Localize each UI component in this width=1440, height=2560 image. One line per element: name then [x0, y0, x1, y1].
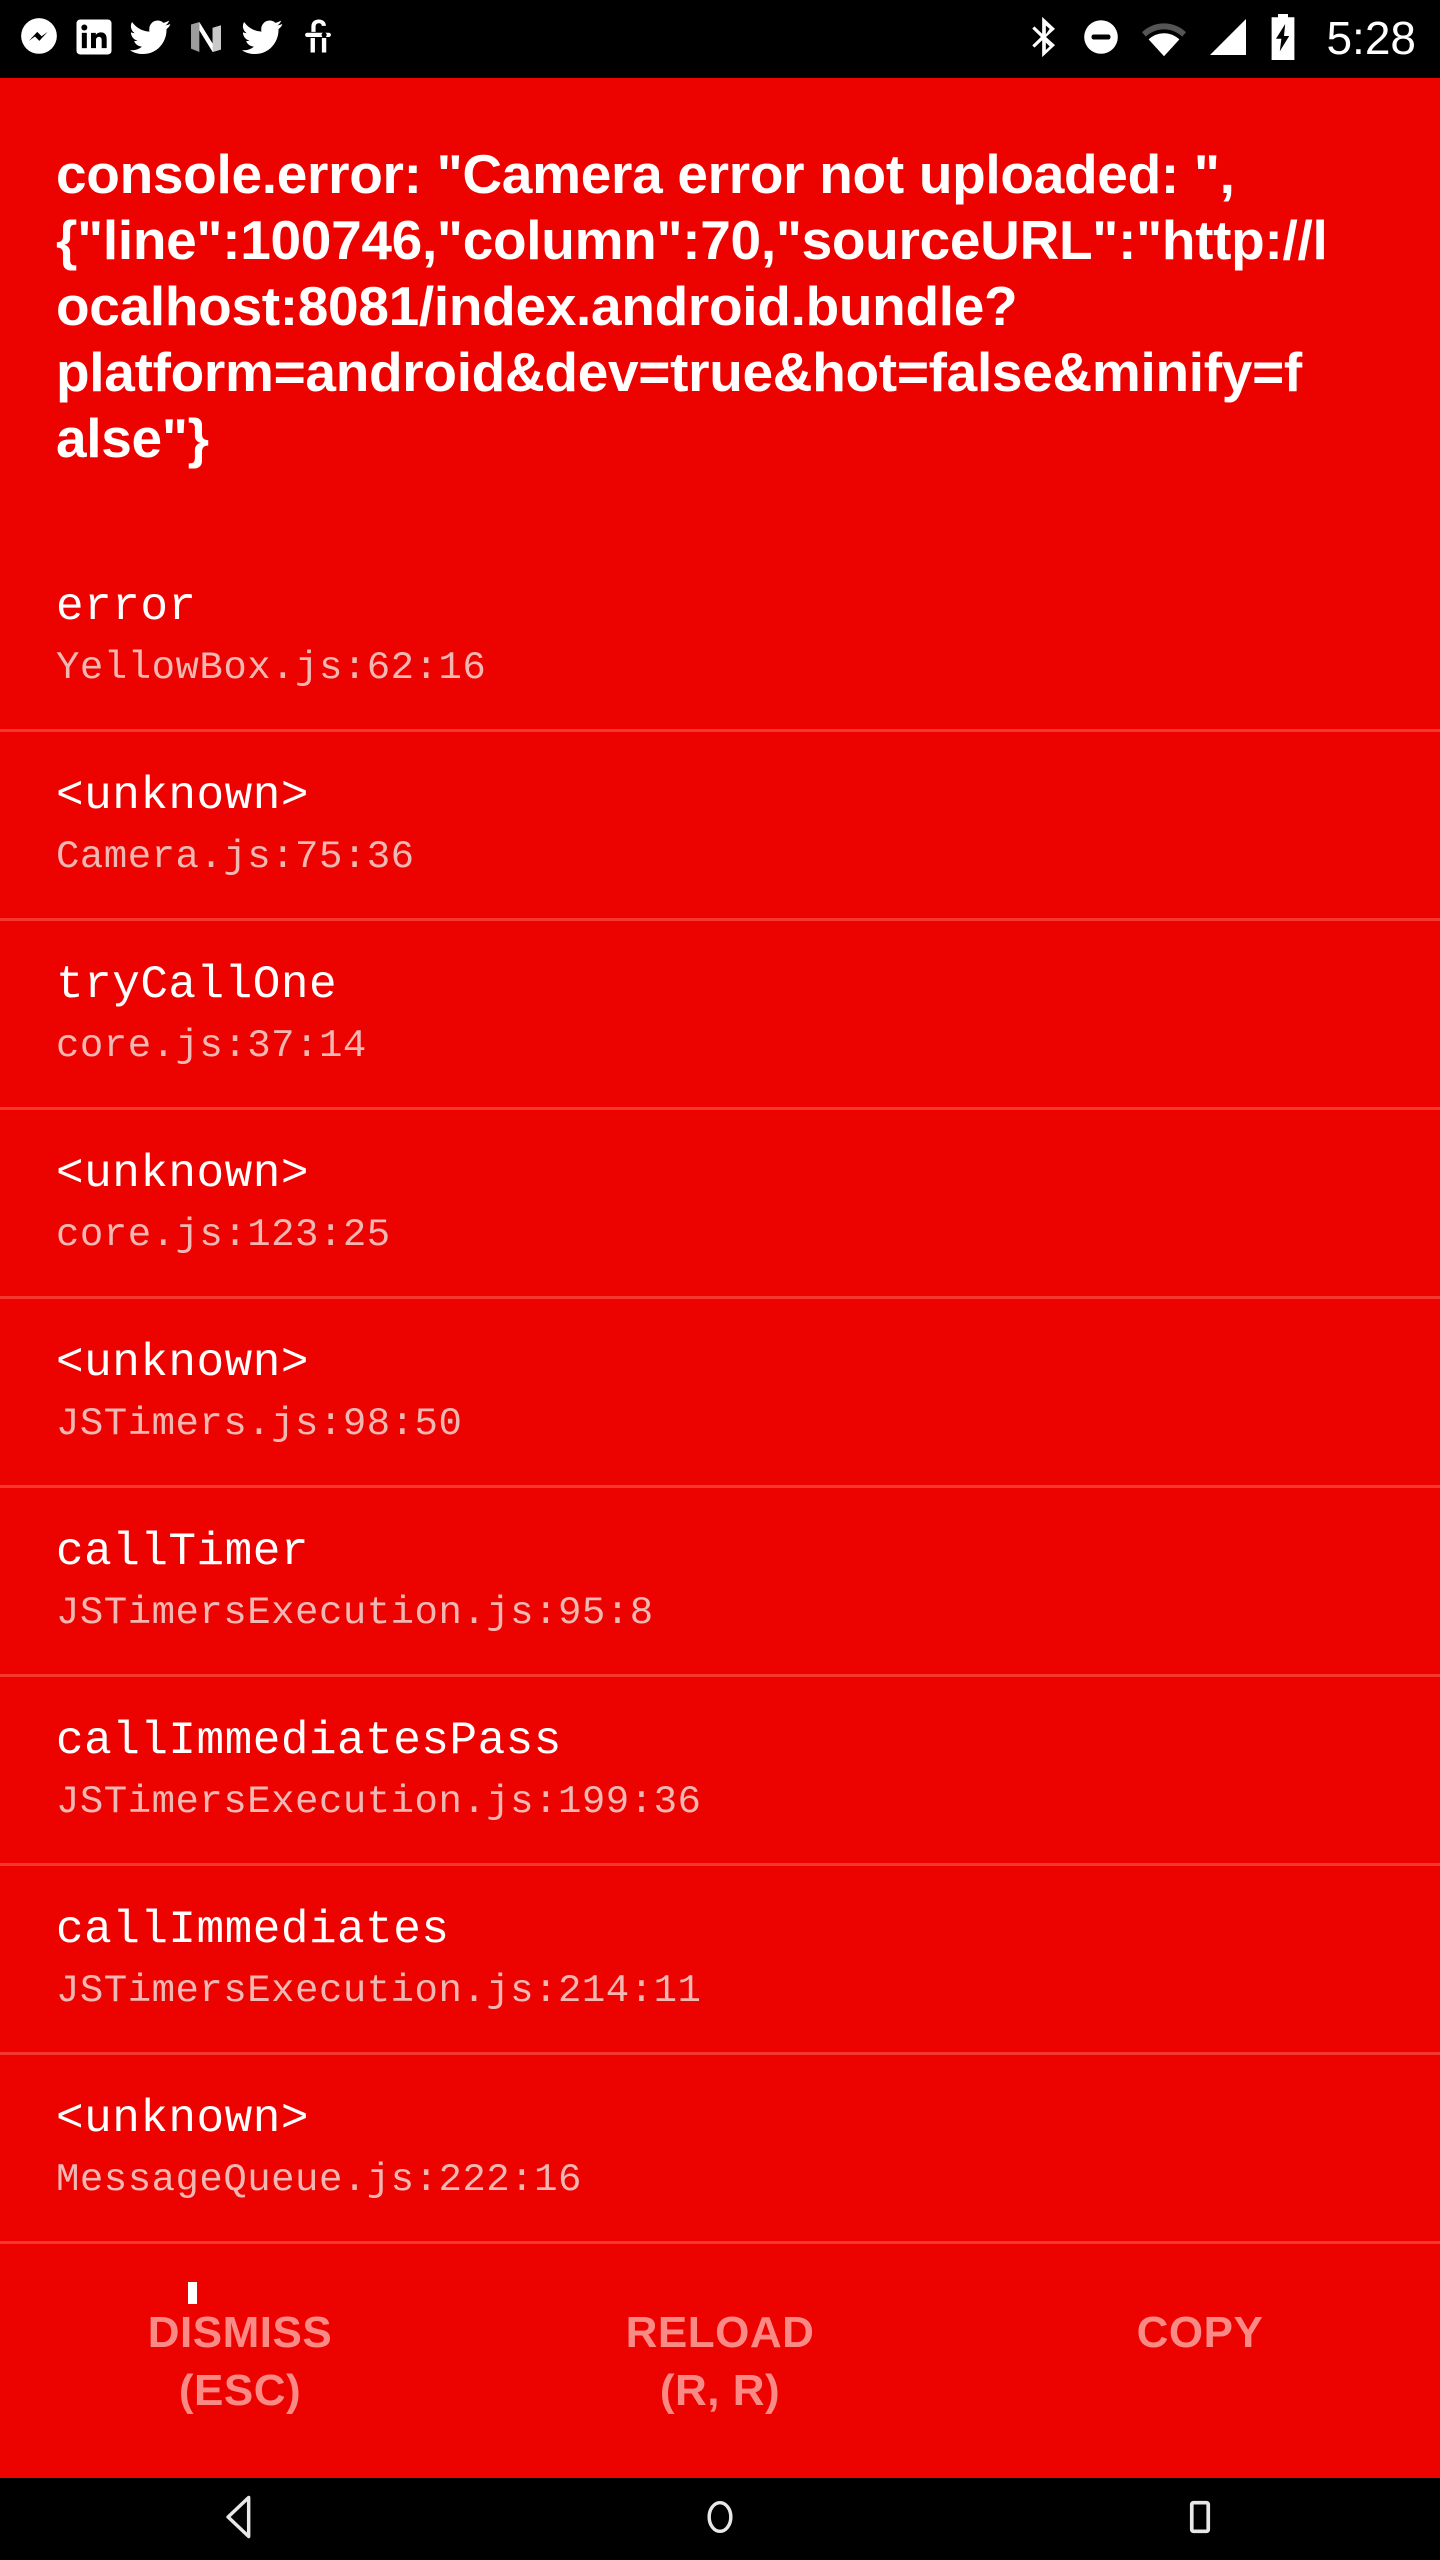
stack-frame-location: core.js:37:14 — [56, 1024, 367, 1068]
stack-frame[interactable]: callImmediatesPass JSTimersExecution.js:1… — [0, 1674, 1440, 1863]
redbox-action-bar: DISMISS (ESC) RELOAD (R, R) COPY — [0, 2300, 1440, 2478]
device-screen: 5:28 console.error: "Camera error not up… — [0, 0, 1440, 2560]
wifi-icon — [1140, 17, 1188, 62]
stack-frame-location: JSTimersExecution.js:199:36 — [56, 1780, 702, 1824]
twitter-icon-2 — [240, 15, 284, 64]
stack-frame-function: callImmediatesPass — [56, 1715, 562, 1767]
stack-frame-location: Camera.js:75:36 — [56, 835, 415, 879]
stack-frame[interactable]: callImmediates JSTimersExecution.js:214:1… — [0, 1863, 1440, 2052]
reload-button[interactable]: RELOAD (R, R) — [480, 2300, 960, 2420]
stack-frame-function: <unknown> — [56, 1148, 309, 1200]
stack-frame[interactable]: <unknown> MessageQueue.js:222:16 — [0, 2052, 1440, 2241]
status-bar-system-icons: 5:28 — [1026, 12, 1416, 65]
do-not-disturb-icon — [1080, 16, 1122, 63]
action-shortcut: (ESC) — [178, 2366, 302, 2415]
stack-frame-function: <unknown> — [56, 2093, 309, 2145]
nav-back-button[interactable] — [140, 2478, 340, 2560]
status-bar-clock: 5:28 — [1326, 12, 1416, 64]
stack-frame[interactable]: <unknown> core.js:123:25 — [0, 1107, 1440, 1296]
stack-frame-function: <unknown> — [56, 1337, 309, 1389]
stack-frame-location: JSTimersExecution.js:95:8 — [56, 1591, 654, 1635]
nav-recents-button[interactable] — [1100, 2478, 1300, 2560]
stack-frame-function: callTimer — [56, 1526, 309, 1578]
stack-frame-location: YellowBox.js:62:16 — [56, 646, 487, 690]
stack-frame-function: <unknown> — [56, 770, 309, 822]
stack-frame[interactable]: <unknown> JSTimers.js:98:50 — [0, 1296, 1440, 1485]
action-label: DISMISS — [147, 2308, 333, 2357]
stack-frame-location: core.js:123:25 — [56, 1213, 391, 1257]
stack-frame[interactable]: <unknown> Camera.js:75:36 — [0, 729, 1440, 918]
nav-home-button[interactable] — [620, 2478, 820, 2560]
stack-frame-function: tryCallOne — [56, 959, 338, 1011]
back-triangle-icon — [214, 2491, 266, 2548]
linkedin-icon — [74, 17, 114, 62]
project-fi-icon — [298, 16, 338, 63]
action-shortcut: (R, R) — [659, 2366, 781, 2415]
messenger-icon — [18, 16, 60, 63]
nova-n-icon — [186, 17, 226, 62]
home-circle-icon — [694, 2491, 746, 2548]
error-title: console.error: "Camera error not uploade… — [56, 143, 1328, 469]
status-bar-notification-icons — [18, 15, 338, 64]
bluetooth-icon — [1026, 15, 1062, 64]
cellular-signal-icon — [1206, 17, 1250, 62]
copy-button[interactable]: COPY — [960, 2300, 1440, 2362]
stack-frame-location: MessageQueue.js:222:16 — [56, 2158, 582, 2202]
stack-frame-location: JSTimersExecution.js:214:11 — [56, 1969, 702, 2013]
android-navigation-bar — [0, 2478, 1440, 2560]
stack-frame-function: error — [56, 581, 197, 633]
dismiss-button[interactable]: DISMISS (ESC) — [0, 2300, 480, 2420]
redbox-error-overlay: console.error: "Camera error not uploade… — [0, 78, 1440, 2478]
battery-charging-icon — [1268, 13, 1298, 65]
action-label: COPY — [1136, 2308, 1264, 2357]
stack-frame[interactable]: error YellowBox.js:62:16 — [0, 543, 1440, 729]
status-bar: 5:28 — [0, 0, 1440, 78]
action-label: RELOAD — [625, 2308, 815, 2357]
recents-square-icon — [1174, 2491, 1226, 2548]
twitter-icon — [128, 15, 172, 64]
stack-frame-function: callImmediates — [56, 1904, 450, 1956]
stack-frame[interactable]: callTimer JSTimersExecution.js:95:8 — [0, 1485, 1440, 1674]
stack-frame-location: JSTimers.js:98:50 — [56, 1402, 463, 1446]
stack-frame[interactable]: tryCallOne core.js:37:14 — [0, 918, 1440, 1107]
stack-trace-list: error YellowBox.js:62:16 <unknown> Camera.j… — [0, 543, 1440, 2241]
